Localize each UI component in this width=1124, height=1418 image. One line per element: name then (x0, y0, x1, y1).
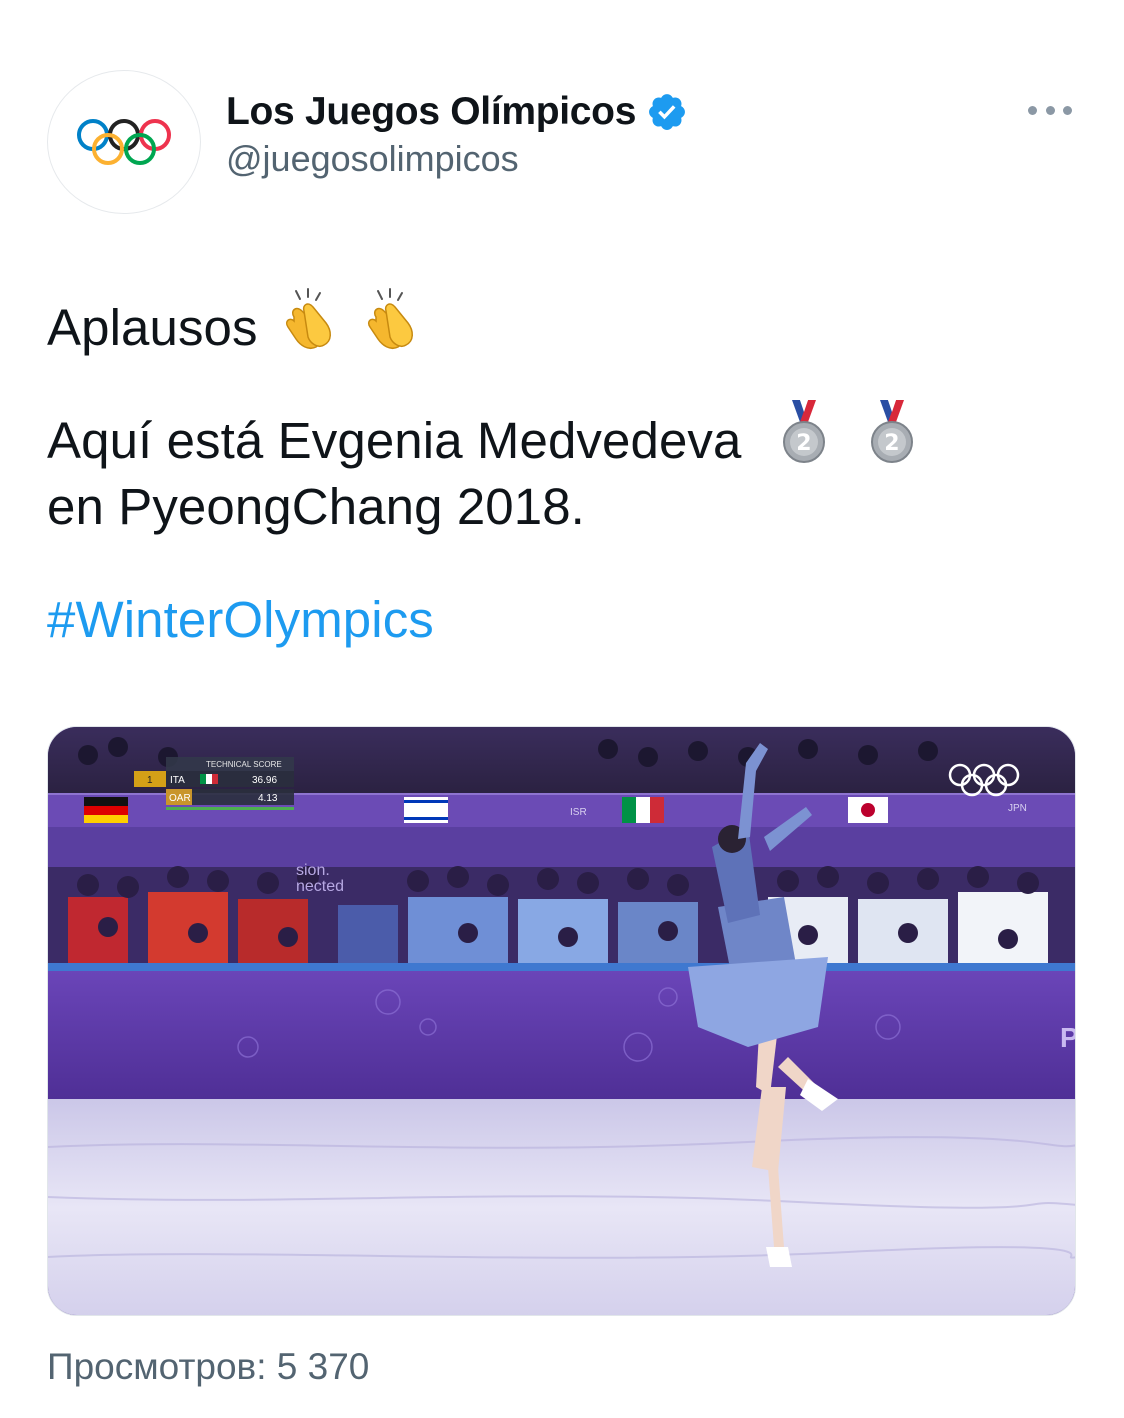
tweet-text: Aquí está Evgenia Medvedeva (47, 412, 742, 469)
scoreboard-score-1: 36.96 (252, 775, 277, 786)
board-text-nected: nected (296, 878, 344, 895)
dot-icon (1028, 105, 1037, 115)
avatar[interactable] (47, 70, 201, 214)
scoreboard-country-1: ITA (170, 775, 185, 786)
clapping-hands-icon (285, 288, 331, 350)
board-text-sion: sion. (296, 862, 330, 879)
author-block: Los Juegos Olímpicos @juegosolimpicos (226, 84, 688, 180)
tweet-text: Aplausos (47, 299, 258, 356)
silver-medal-icon: 2 (782, 400, 825, 463)
figure-skating-video-frame: ISR JPN sion. nected TECHNICAL SCORE 1 I… (48, 727, 1076, 1315)
hashtag-link[interactable]: #WinterOlympics (47, 590, 434, 649)
author-handle[interactable]: @juegosolimpicos (226, 138, 688, 180)
video-media[interactable]: ISR JPN sion. nected TECHNICAL SCORE 1 I… (47, 726, 1076, 1316)
scoreboard-rank: 1 (147, 775, 153, 786)
clapping-hands-icon (368, 288, 414, 350)
dot-icon (1063, 105, 1072, 115)
verified-badge-icon (649, 94, 686, 130)
scoreboard-score-2: 4.13 (258, 793, 278, 804)
board-text-isr: ISR (570, 807, 587, 818)
board-text-jpn: JPN (1008, 803, 1027, 814)
olympic-rings-icon (77, 119, 171, 165)
scoreboard-title: TECHNICAL SCORE (206, 760, 282, 769)
view-count: Просмотров: 5 370 (47, 1346, 370, 1387)
svg-text:2: 2 (884, 431, 899, 456)
scoreboard-country-2: OAR (169, 793, 191, 804)
silver-medal-icon: 2 (871, 400, 914, 463)
name-row: Los Juegos Olímpicos (226, 84, 688, 140)
tweet-text-line-2: Aquí está Evgenia Medvedeva 2 2 (47, 398, 918, 470)
tweet-text-line-1: Aplausos (47, 287, 426, 357)
svg-text:2: 2 (796, 431, 811, 456)
author-name[interactable]: Los Juegos Olímpicos (226, 90, 636, 134)
svg-text:P: P (1060, 1022, 1076, 1053)
dot-icon (1045, 105, 1055, 115)
tweet-text-line-3: en PyeongChang 2018. (47, 478, 585, 535)
more-options-button[interactable] (1028, 96, 1072, 124)
